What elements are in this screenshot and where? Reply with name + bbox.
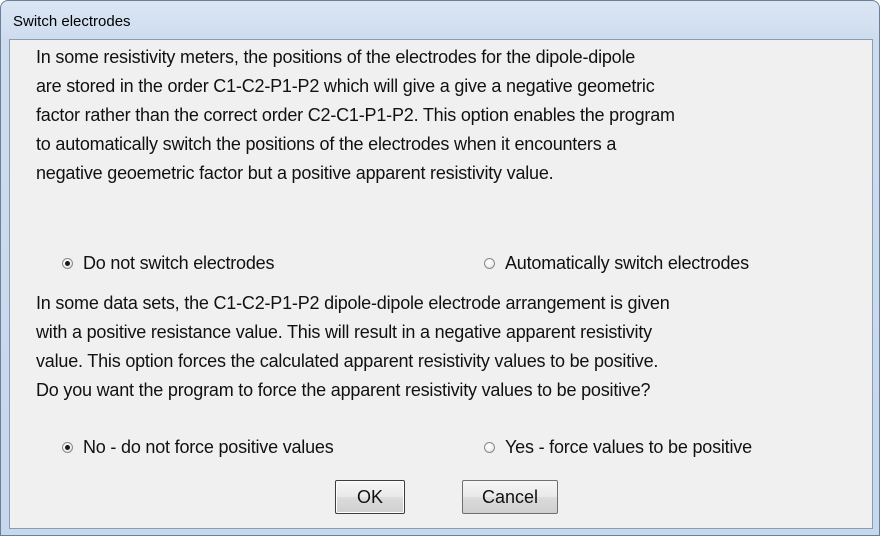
title-bar[interactable]: Switch electrodes [1, 1, 879, 39]
description-line: In some resistivity meters, the position… [36, 47, 636, 67]
description-line: factor rather than the correct order C2-… [36, 105, 675, 125]
description-force-positive: In some data sets, the C1-C2-P1-P2 dipol… [36, 289, 866, 405]
dialog-title: Switch electrodes [13, 13, 131, 30]
cancel-button[interactable]: Cancel [462, 480, 558, 514]
radio-no-force[interactable]: No - do not force positive values [62, 433, 334, 461]
radio-unchecked-icon [484, 441, 495, 453]
radio-do-not-switch[interactable]: Do not switch electrodes [62, 249, 274, 277]
radio-checked-icon [62, 257, 73, 269]
dialog-body: In some resistivity meters, the position… [9, 39, 873, 529]
radio-automatically-switch[interactable]: Automatically switch electrodes [484, 249, 749, 277]
ok-button[interactable]: OK [335, 480, 405, 514]
description-line: to automatically switch the positions of… [36, 134, 617, 154]
switch-electrodes-options: Do not switch electrodes Automatically s… [10, 249, 874, 277]
description-line: with a positive resistance value. This w… [36, 322, 652, 342]
radio-label: Automatically switch electrodes [505, 252, 749, 273]
radio-label: No - do not force positive values [83, 436, 334, 457]
radio-yes-force[interactable]: Yes - force values to be positive [484, 433, 752, 461]
description-line: value. This option forces the calculated… [36, 351, 659, 371]
description-line: negative geoemetric factor but a positiv… [36, 163, 554, 183]
description-switch-electrodes: In some resistivity meters, the position… [36, 43, 866, 188]
force-positive-options: No - do not force positive values Yes - … [10, 433, 874, 461]
dialog-window: Switch electrodes In some resistivity me… [0, 0, 880, 536]
radio-label: Yes - force values to be positive [505, 436, 752, 457]
description-line: are stored in the order C1-C2-P1-P2 whic… [36, 76, 655, 96]
radio-label: Do not switch electrodes [83, 252, 275, 273]
radio-checked-icon [62, 441, 73, 453]
description-line: Do you want the program to force the app… [36, 380, 651, 400]
radio-unchecked-icon [484, 257, 495, 269]
description-line: In some data sets, the C1-C2-P1-P2 dipol… [36, 293, 670, 313]
